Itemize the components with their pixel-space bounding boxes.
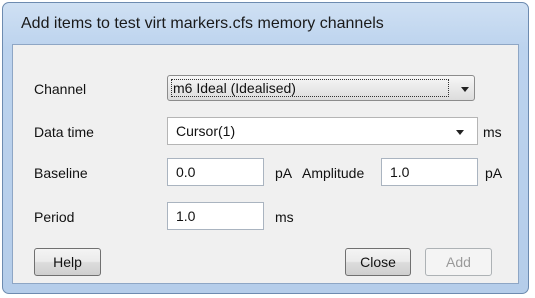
close-button[interactable]: Close [345,248,411,276]
title-bar[interactable]: Add items to test virt markers.cfs memor… [3,3,528,41]
data-time-label: Data time [34,124,94,140]
data-time-combobox[interactable]: Cursor(1) [167,117,478,145]
dialog-window: Add items to test virt markers.cfs memor… [2,2,529,294]
chevron-down-icon [461,87,469,92]
period-input[interactable]: 1.0 [167,202,264,230]
amplitude-input[interactable]: 1.0 [381,158,478,186]
data-time-value: Cursor(1) [176,123,236,139]
baseline-unit: pA [275,165,293,181]
channel-label: Channel [34,81,87,97]
dialog-body: Channel m6 Ideal (Idealised) Data time C… [12,44,519,284]
chevron-down-icon[interactable] [456,130,464,135]
help-button[interactable]: Help [34,248,101,276]
amplitude-label: Amplitude [302,165,365,181]
channel-value: m6 Ideal (Idealised) [173,80,296,96]
baseline-label: Baseline [34,165,88,181]
channel-dropdown[interactable]: m6 Ideal (Idealised) [167,75,475,101]
window-title: Add items to test virt markers.cfs memor… [21,15,384,32]
add-button[interactable]: Add [425,248,492,276]
data-time-unit: ms [483,124,502,140]
amplitude-unit: pA [485,165,503,181]
baseline-input[interactable]: 0.0 [167,158,264,186]
period-unit: ms [275,209,294,225]
period-label: Period [34,209,75,225]
